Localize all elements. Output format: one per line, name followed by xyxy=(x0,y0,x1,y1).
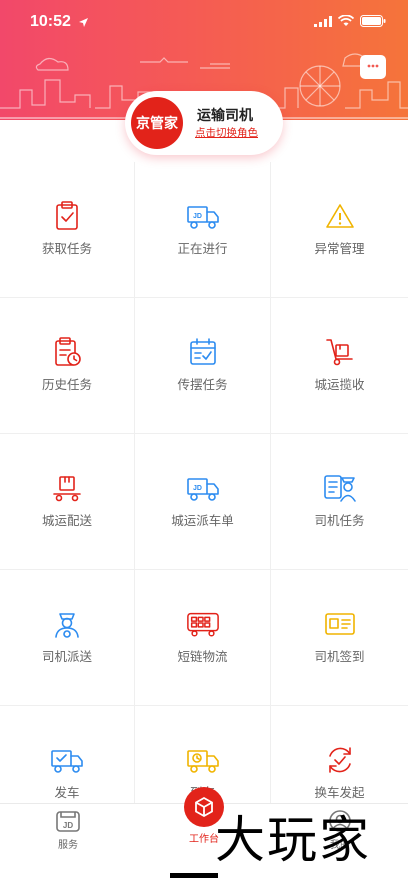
svg-text:JD: JD xyxy=(63,821,73,830)
svg-text:JD: JD xyxy=(193,213,202,220)
menu-item-11[interactable]: 司机签到 xyxy=(271,570,408,706)
menu-item-label: 异常管理 xyxy=(314,241,365,256)
menu-item-10[interactable]: 短链物流 xyxy=(135,570,271,706)
clipboard-clock-icon xyxy=(50,336,84,368)
cellular-signal-icon xyxy=(314,15,332,27)
menu-item-label: 传摆任务 xyxy=(177,377,228,392)
watermark-underline xyxy=(170,873,218,878)
menu-item-1[interactable]: JD 正在进行 xyxy=(135,162,271,298)
status-bar: 10:52 xyxy=(0,0,408,46)
logo-text: 京管家 xyxy=(136,116,178,132)
menu-item-label: 司机签到 xyxy=(314,649,365,664)
driver-list-icon xyxy=(323,472,357,504)
menu-item-8[interactable]: 司机任务 xyxy=(271,434,408,570)
message-button[interactable] xyxy=(360,55,386,79)
cube-icon xyxy=(195,796,213,818)
menu-item-label: 司机任务 xyxy=(314,513,365,528)
menu-item-4[interactable]: 传摆任务 xyxy=(135,298,271,434)
menu-item-7[interactable]: JD 城运派车单 xyxy=(135,434,271,570)
id-card-icon xyxy=(323,608,357,640)
warning-triangle-icon xyxy=(323,200,357,232)
location-arrow-icon xyxy=(79,18,88,27)
tab-service-label: 服务 xyxy=(58,840,78,851)
wifi-icon xyxy=(338,15,354,26)
menu-item-label: 正在进行 xyxy=(177,241,228,256)
menu-item-label: 司机派送 xyxy=(41,649,92,664)
menu-item-label: 城运揽收 xyxy=(314,377,365,392)
menu-item-label: 获取任务 xyxy=(41,241,92,256)
status-indicators xyxy=(314,15,386,27)
menu-item-9[interactable]: 司机派送 xyxy=(0,570,135,706)
menu-item-6[interactable]: 城运配送 xyxy=(0,434,135,570)
menu-item-label: 短链物流 xyxy=(177,649,228,664)
clipboard-check-icon xyxy=(50,200,84,232)
jd-box-icon: JD xyxy=(56,811,80,832)
function-grid: 获取任务 JD 正在进行 异常管理历史任务 传摆任务 城运揽收城运配送 JD 城运派车单 司机任… xyxy=(0,162,408,842)
watermark-text: 大玩家 xyxy=(215,811,371,869)
calendar-check-icon xyxy=(186,336,220,368)
menu-item-label: 城运派车单 xyxy=(171,513,234,528)
battery-icon xyxy=(360,15,386,27)
swap-cycle-icon xyxy=(323,744,357,776)
menu-item-label: 历史任务 xyxy=(41,377,92,392)
bus-icon xyxy=(186,608,220,640)
chat-bubble-icon xyxy=(367,64,379,68)
switch-role-link[interactable]: 点击切换角色 xyxy=(195,125,258,140)
menu-item-3[interactable]: 历史任务 xyxy=(0,298,135,434)
menu-item-label: 换车发起 xyxy=(314,785,365,800)
menu-item-label: 发车 xyxy=(54,785,80,800)
menu-item-label: 城运配送 xyxy=(41,513,92,528)
truck-check-icon xyxy=(50,744,84,776)
role-title: 运输司机 xyxy=(197,108,253,124)
app-screen: 10:52 京管家 运输司机 点击切换角色 获取任务 JD 正在进行 异常管理 … xyxy=(0,0,408,883)
menu-item-0[interactable]: 获取任务 xyxy=(0,162,135,298)
menu-item-5[interactable]: 城运揽收 xyxy=(271,298,408,434)
truck-jd-icon: JD xyxy=(186,472,220,504)
jd-housekeeper-logo: 京管家 xyxy=(131,97,183,149)
status-time: 10:52 xyxy=(30,13,71,30)
svg-text:JD: JD xyxy=(193,485,202,492)
role-switcher-card[interactable]: 京管家 运输司机 点击切换角色 xyxy=(125,91,283,155)
package-delivery-icon xyxy=(50,472,84,504)
driver-icon xyxy=(50,608,84,640)
truck-arrive-icon xyxy=(186,744,220,776)
tab-service[interactable]: JD 服务 xyxy=(38,809,98,851)
truck-jd-icon: JD xyxy=(186,200,220,232)
menu-item-2[interactable]: 异常管理 xyxy=(271,162,408,298)
hand-truck-icon xyxy=(323,336,357,368)
